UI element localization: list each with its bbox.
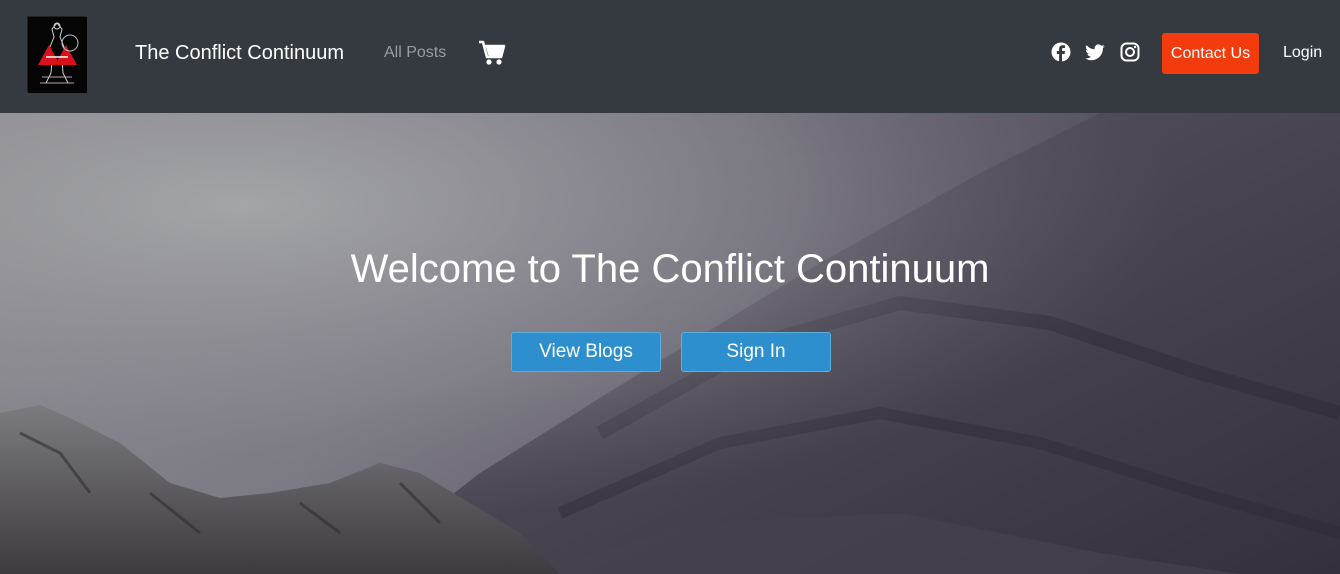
view-blogs-button[interactable]: View Blogs — [511, 332, 661, 372]
nav-link-all-posts[interactable]: All Posts — [384, 44, 446, 62]
sign-in-button[interactable]: Sign In — [681, 332, 831, 372]
hero-title: Welcome to The Conflict Continuum — [350, 247, 990, 291]
facebook-icon[interactable] — [1051, 42, 1071, 62]
brand-title[interactable]: The Conflict Continuum — [135, 42, 344, 65]
contact-us-button[interactable]: Contact Us — [1162, 33, 1259, 74]
hero-section: Welcome to The Conflict Continuum View B… — [0, 113, 1340, 574]
mountain-background-image — [0, 113, 1340, 574]
navbar: The Conflict Continuum All Posts Contact… — [0, 0, 1340, 113]
login-link[interactable]: Login — [1283, 44, 1322, 62]
instagram-icon[interactable] — [1120, 42, 1140, 62]
site-logo[interactable] — [27, 16, 87, 93]
shopping-cart-icon[interactable] — [478, 40, 506, 66]
twitter-icon[interactable] — [1085, 42, 1105, 62]
logo-emblem-icon — [28, 17, 87, 93]
